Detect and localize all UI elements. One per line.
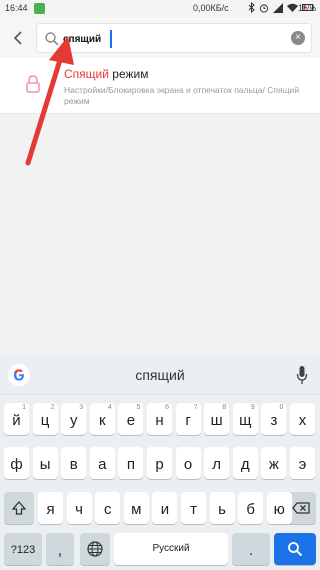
back-icon[interactable] [10, 28, 28, 48]
key-р[interactable]: р [147, 447, 172, 479]
key-label: я [46, 501, 55, 518]
language-key[interactable] [80, 533, 110, 565]
key-н[interactable]: н6 [147, 403, 172, 435]
key-label: х [298, 412, 307, 429]
key-label: д [240, 456, 250, 473]
status-battery: 15% [298, 3, 317, 13]
key-д[interactable]: д [232, 447, 258, 479]
key-label: э [298, 456, 307, 473]
key-label: м [131, 501, 142, 518]
key-й[interactable]: й1 [4, 403, 29, 435]
key-я[interactable]: я [38, 492, 63, 524]
status-net-speed: 0,00КБ/с [193, 3, 229, 13]
key-л[interactable]: л [204, 447, 230, 479]
key-hint: 3 [79, 404, 84, 411]
symbols-key[interactable]: ?123 [4, 533, 42, 565]
key-label: р [155, 456, 164, 473]
shift-key[interactable] [4, 492, 34, 524]
key-label: а [98, 456, 107, 473]
key-б[interactable]: б [238, 492, 264, 524]
key-ш[interactable]: ш8 [204, 403, 230, 435]
search-icon [45, 32, 59, 46]
search-action-key[interactable] [274, 533, 316, 565]
key-ы[interactable]: ы [32, 447, 58, 479]
key-hint: 4 [107, 404, 112, 411]
search-result-item[interactable]: Спящий режим Настройки/Блокировка экрана… [0, 58, 320, 114]
key-г[interactable]: г7 [175, 403, 201, 435]
lock-icon [26, 75, 40, 93]
suggestion-word[interactable]: спящий [0, 367, 320, 383]
signal-icon [273, 2, 283, 13]
result-title-highlight: Спящий [64, 67, 109, 81]
key-label: ф [10, 456, 23, 473]
key-hint: 2 [50, 404, 55, 411]
key-у[interactable]: у3 [61, 403, 87, 435]
key-щ[interactable]: щ9 [232, 403, 258, 435]
key-ц[interactable]: ц2 [32, 403, 58, 435]
search-box[interactable]: × [36, 23, 312, 53]
key-hint: 9 [250, 404, 255, 411]
key-label: ь [218, 501, 226, 518]
key-ь[interactable]: ь [209, 492, 235, 524]
key-label: п [126, 456, 135, 473]
key-label: ю [273, 501, 285, 518]
search-input[interactable] [63, 31, 283, 47]
key-hint: 6 [165, 404, 169, 411]
shift-icon [11, 501, 27, 515]
key-hint: 1 [22, 404, 26, 411]
status-bar: 16:44 0,00КБ/с 15% [0, 0, 320, 18]
key-label: л [212, 456, 222, 473]
suggestion-bar: спящий [0, 355, 320, 395]
globe-icon [87, 541, 103, 557]
text-cursor [110, 30, 112, 48]
key-и[interactable]: и [152, 492, 178, 524]
key-т[interactable]: т [181, 492, 206, 524]
result-title-rest: режим [108, 67, 149, 81]
key-ж[interactable]: ж [261, 447, 287, 479]
clear-icon[interactable]: × [291, 31, 305, 45]
key-hint: 8 [222, 404, 227, 411]
key-в[interactable]: в [61, 447, 87, 479]
search-action-icon [288, 542, 303, 557]
status-time: 16:44 [5, 3, 28, 13]
key-ч[interactable]: ч [66, 492, 92, 524]
key-label: т [190, 501, 197, 518]
key-hint: 7 [193, 404, 198, 411]
key-х[interactable]: х [290, 403, 315, 435]
notification-icon [34, 3, 45, 14]
alarm-icon [259, 3, 269, 13]
key-label: и [160, 501, 170, 518]
key-ю[interactable]: ю [266, 492, 292, 524]
mic-icon[interactable] [296, 365, 308, 385]
key-с[interactable]: с [95, 492, 121, 524]
key-е[interactable]: е5 [118, 403, 144, 435]
comma-key[interactable]: , [46, 533, 74, 565]
key-label: ж [268, 456, 279, 473]
key-о[interactable]: о [175, 447, 201, 479]
key-hint: 0 [279, 404, 284, 411]
key-з[interactable]: з0 [261, 403, 287, 435]
key-label: в [69, 456, 78, 473]
keyboard: спящий ?123 , Русский . й1ц2у3к4е5н6г7ш8… [0, 355, 320, 570]
backspace-icon [292, 502, 310, 514]
key-label: ы [39, 456, 51, 473]
key-а[interactable]: а [89, 447, 115, 479]
key-hint: 5 [136, 404, 141, 411]
key-э[interactable]: э [290, 447, 315, 479]
key-к[interactable]: к4 [89, 403, 115, 435]
search-header: × [0, 18, 320, 58]
result-path: Настройки/Блокировка экрана и отпечаток … [64, 85, 300, 106]
period-key[interactable]: . [232, 533, 270, 565]
key-label: б [246, 501, 255, 518]
key-п[interactable]: п [118, 447, 144, 479]
key-ф[interactable]: ф [4, 447, 29, 479]
bluetooth-icon [248, 2, 255, 13]
key-label: ч [75, 501, 83, 518]
result-title: Спящий режим [64, 67, 148, 81]
key-м[interactable]: м [123, 492, 149, 524]
key-label: о [183, 456, 193, 473]
key-label: с [103, 501, 112, 518]
wifi-icon [287, 3, 298, 12]
space-key[interactable]: Русский [114, 533, 228, 565]
